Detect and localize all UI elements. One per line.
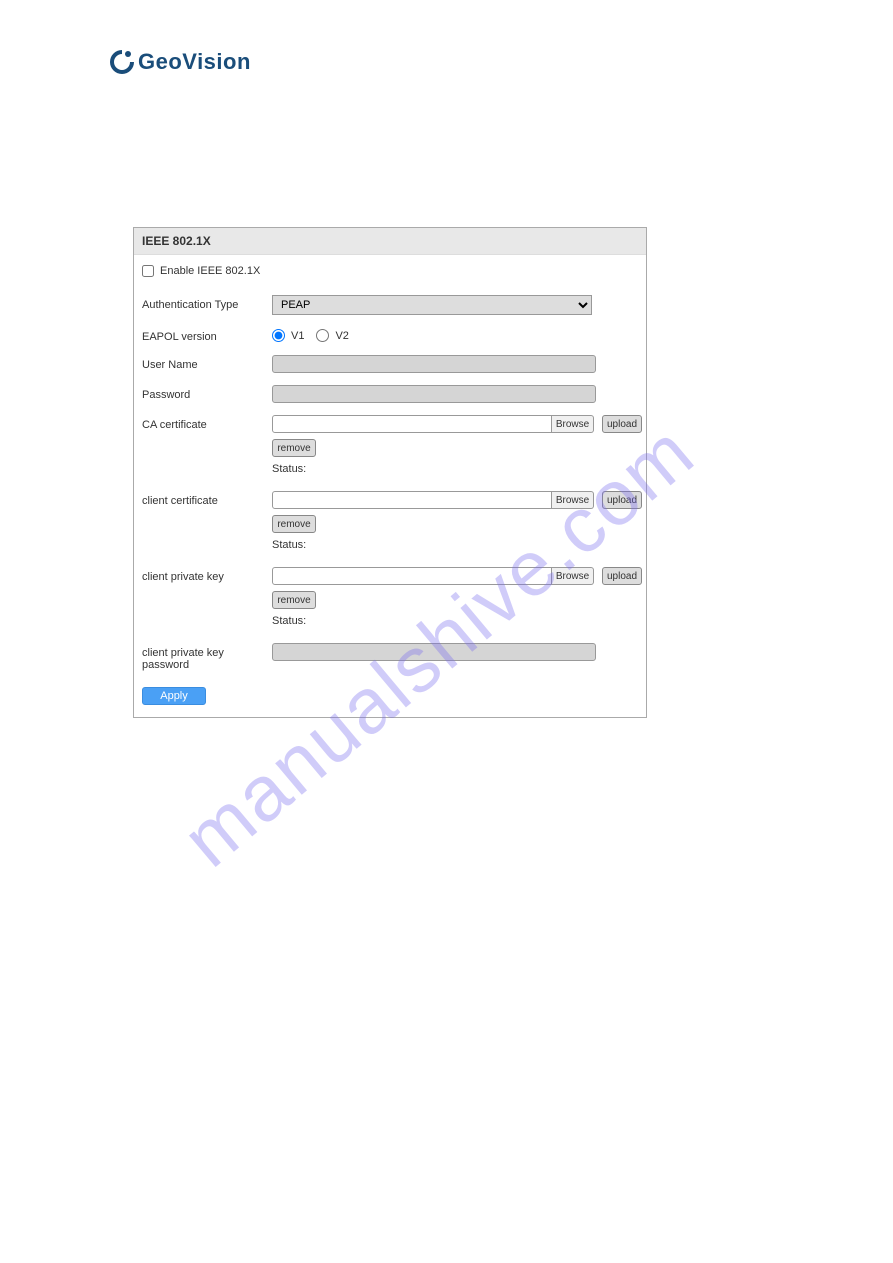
brand-logo: GeoVision [108, 48, 251, 76]
enable-ieee-label: Enable IEEE 802.1X [160, 265, 260, 277]
geovision-logo-icon [108, 48, 136, 76]
client-key-browse-button[interactable]: Browse [552, 567, 594, 585]
client-key-pw-label: client private key password [142, 643, 272, 671]
username-label: User Name [142, 355, 272, 371]
brand-logo-text: GeoVision [138, 49, 251, 75]
ca-cert-upload-button[interactable]: upload [602, 415, 642, 433]
ca-cert-file-display [272, 415, 552, 433]
eapol-v2-radio[interactable] [316, 329, 329, 342]
ca-cert-remove-button[interactable]: remove [272, 439, 316, 457]
password-input[interactable] [272, 385, 596, 403]
panel-title: IEEE 802.1X [134, 228, 646, 255]
client-key-remove-button[interactable]: remove [272, 591, 316, 609]
client-key-label: client private key [142, 567, 272, 583]
ca-cert-status: Status: [272, 463, 642, 475]
client-cert-file-display [272, 491, 552, 509]
eapol-version-label: EAPOL version [142, 327, 272, 343]
auth-type-label: Authentication Type [142, 295, 272, 311]
password-label: Password [142, 385, 272, 401]
username-input[interactable] [272, 355, 596, 373]
eapol-v1-label: V1 [291, 330, 304, 342]
client-key-pw-input[interactable] [272, 643, 596, 661]
eapol-v1-radio[interactable] [272, 329, 285, 342]
ca-cert-browse-button[interactable]: Browse [552, 415, 594, 433]
enable-ieee-checkbox[interactable] [142, 265, 154, 277]
client-cert-status: Status: [272, 539, 642, 551]
ca-cert-label: CA certificate [142, 415, 272, 431]
client-key-file-display [272, 567, 552, 585]
ieee-8021x-panel: IEEE 802.1X Enable IEEE 802.1X Authentic… [133, 227, 647, 718]
client-key-upload-button[interactable]: upload [602, 567, 642, 585]
client-key-status: Status: [272, 615, 642, 627]
client-cert-upload-button[interactable]: upload [602, 491, 642, 509]
apply-button[interactable]: Apply [142, 687, 206, 705]
auth-type-select[interactable]: PEAP [272, 295, 592, 315]
client-cert-label: client certificate [142, 491, 272, 507]
client-cert-remove-button[interactable]: remove [272, 515, 316, 533]
eapol-v2-label: V2 [335, 330, 348, 342]
client-cert-browse-button[interactable]: Browse [552, 491, 594, 509]
